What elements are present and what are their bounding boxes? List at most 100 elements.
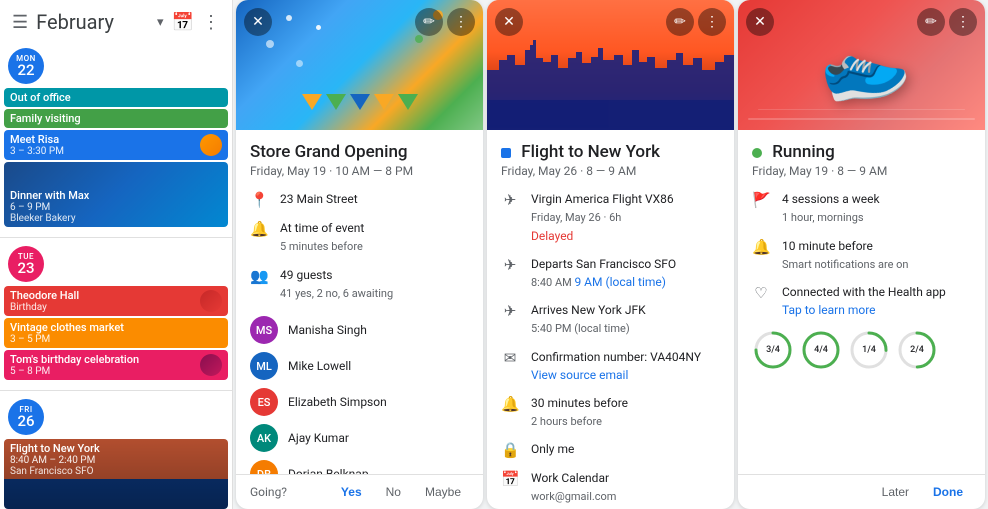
progress-circle-1: 3/4 — [752, 329, 794, 371]
no-button[interactable]: No — [378, 481, 409, 503]
calendar-view-icon[interactable]: 📅 — [172, 12, 194, 33]
events-mon22: Out of office Family visiting Meet Risa … — [0, 88, 232, 233]
hamburger-icon[interactable]: ☰ — [12, 12, 28, 33]
calendar-title: February — [36, 10, 149, 34]
event-time: Birthday — [10, 302, 79, 313]
more-button[interactable]: ⋮ — [447, 8, 475, 36]
shoe-icon: 👟 — [809, 17, 915, 113]
list-item[interactable]: Tom's birthday celebration 5 – 8 PM — [4, 350, 228, 380]
bell-icon: 🔔 — [501, 395, 519, 413]
guests-list: MS Manisha Singh ML Mike Lowell ES Eliza… — [250, 312, 469, 474]
detail-text: 10 minute before Smart notifications are… — [782, 237, 909, 274]
calendar-header: ☰ February ▾ 📅 ⋮ — [0, 0, 232, 44]
circle-label: 1/4 — [862, 345, 876, 355]
avatar — [200, 290, 222, 312]
running-title: Running — [772, 142, 835, 162]
list-item[interactable]: Meet Risa 3 – 3:30 PM — [4, 130, 228, 160]
avatar: DB — [250, 460, 278, 474]
action-buttons: ✏ ⋮ — [666, 8, 726, 36]
list-item: AK Ajay Kumar — [250, 420, 469, 456]
progress-circle-4: 2/4 — [896, 329, 938, 371]
close-button[interactable]: ✕ — [746, 8, 774, 36]
bell-icon: 🔔 — [752, 238, 770, 256]
list-item[interactable]: Out of office — [4, 88, 228, 107]
detail-goal: 🚩 4 sessions a week 1 hour, mornings — [752, 190, 971, 227]
calendar-icon: 📅 — [501, 470, 519, 488]
circle-label: 4/4 — [814, 345, 828, 355]
later-button[interactable]: Later — [874, 481, 917, 503]
avatar: ES — [250, 388, 278, 416]
flag-icon: 🚩 — [752, 191, 770, 209]
event-title: Theodore Hall — [10, 289, 79, 302]
progress-circle-2: 4/4 — [800, 329, 842, 371]
detail-text: Only me — [531, 440, 574, 458]
detail-departs: ✈ Departs San Francisco SFO 8:40 AM 9 AM… — [501, 255, 720, 292]
running-card: 👟 ✕ ✏ ⋮ Running Friday, May 19 · 8 — 9 A… — [738, 0, 985, 509]
detail-text: 4 sessions a week 1 hour, mornings — [782, 190, 880, 227]
close-button[interactable]: ✕ — [244, 8, 272, 36]
detail-text: Confirmation number: VA404NY View source… — [531, 348, 701, 384]
card-title: Store Grand Opening — [250, 142, 469, 162]
list-item[interactable]: Family visiting — [4, 109, 228, 128]
guest-name: Elizabeth Simpson — [288, 395, 387, 409]
list-item[interactable]: Vintage clothes market 3 – 5 PM — [4, 318, 228, 348]
event-title: Dinner with Max — [10, 189, 222, 202]
flag-green2 — [398, 94, 418, 110]
day-badge-mon22[interactable]: MON 22 — [8, 48, 44, 84]
done-button[interactable]: Done — [925, 481, 971, 503]
day-badge-tue23[interactable]: TUE 23 — [8, 246, 44, 282]
event-title: Family visiting — [10, 112, 222, 125]
close-button[interactable]: ✕ — [495, 8, 523, 36]
flag-yellow2 — [374, 94, 394, 110]
list-item: MS Manisha Singh — [250, 312, 469, 348]
edit-button[interactable]: ✏ — [415, 8, 443, 36]
event-time: 6 – 9 PM — [10, 202, 222, 213]
yes-button[interactable]: Yes — [333, 481, 370, 503]
flight-content: Flight to New York Friday, May 26 · 8 — … — [487, 130, 734, 509]
edit-button[interactable]: ✏ — [917, 8, 945, 36]
event-info: Meet Risa 3 – 3:30 PM — [10, 133, 64, 157]
guest-name: Ajay Kumar — [288, 431, 349, 445]
more-button[interactable]: ⋮ — [949, 8, 977, 36]
more-button[interactable]: ⋮ — [698, 8, 726, 36]
email-icon: ✉ — [501, 349, 519, 367]
event-sub: Bleeker Bakery — [10, 213, 222, 224]
footer-actions: Later Done — [874, 481, 971, 503]
arrive-icon: ✈ — [501, 302, 519, 320]
events-tue23: Theodore Hall Birthday Vintage clothes m… — [0, 286, 232, 386]
store-hero: ✕ ✏ ⋮ — [236, 0, 483, 130]
event-time: 3 – 5 PM — [10, 334, 222, 345]
dropdown-icon[interactable]: ▾ — [157, 15, 164, 30]
day-badge-fri26[interactable]: FRI 26 — [8, 399, 44, 435]
running-hero: 👟 ✕ ✏ ⋮ — [738, 0, 985, 130]
list-item[interactable]: Dinner with Max 6 – 9 PM Bleeker Bakery — [4, 162, 228, 227]
maybe-button[interactable]: Maybe — [417, 481, 469, 503]
edit-button[interactable]: ✏ — [666, 8, 694, 36]
detail-text: Arrives New York JFK 5:40 PM (local time… — [531, 301, 646, 338]
location-icon: 📍 — [250, 191, 268, 209]
progress-circles: 3/4 4/4 1/4 — [752, 329, 971, 371]
detail-text: 30 minutes before 2 hours before — [531, 394, 628, 431]
list-item[interactable]: Flight to New York 8:40 AM – 2:40 PM San… — [4, 439, 228, 509]
lock-icon: 🔒 — [501, 441, 519, 459]
card-subtitle: Friday, May 26 · 8 — 9 AM — [501, 164, 720, 178]
flight-title: Flight to New York — [521, 142, 660, 162]
day-label-fri26: FRI 26 — [0, 395, 232, 439]
decor-dot — [316, 25, 321, 30]
circle-label: 3/4 — [766, 345, 780, 355]
detail-guests: 👥 49 guests41 yes, 2 no, 6 awaiting — [250, 266, 469, 303]
event-title: Meet Risa — [10, 133, 64, 146]
action-buttons: ✏ ⋮ — [917, 8, 977, 36]
detail-arrives: ✈ Arrives New York JFK 5:40 PM (local ti… — [501, 301, 720, 338]
detail-calendar: 📅 Work Calendar work@gmail.com — [501, 469, 720, 506]
calendar-body: MON 22 Out of office Family visiting Mee… — [0, 44, 232, 509]
decor-line2 — [758, 109, 965, 110]
avatar — [200, 354, 222, 376]
detail-text: Work Calendar work@gmail.com — [531, 469, 616, 506]
footer-label: Going? — [250, 485, 287, 499]
flag-blue — [350, 94, 370, 110]
day-label-mon22: MON 22 — [0, 44, 232, 88]
list-item[interactable]: Theodore Hall Birthday — [4, 286, 228, 316]
more-options-icon[interactable]: ⋮ — [202, 12, 220, 33]
action-buttons: ✏ ⋮ — [415, 8, 475, 36]
